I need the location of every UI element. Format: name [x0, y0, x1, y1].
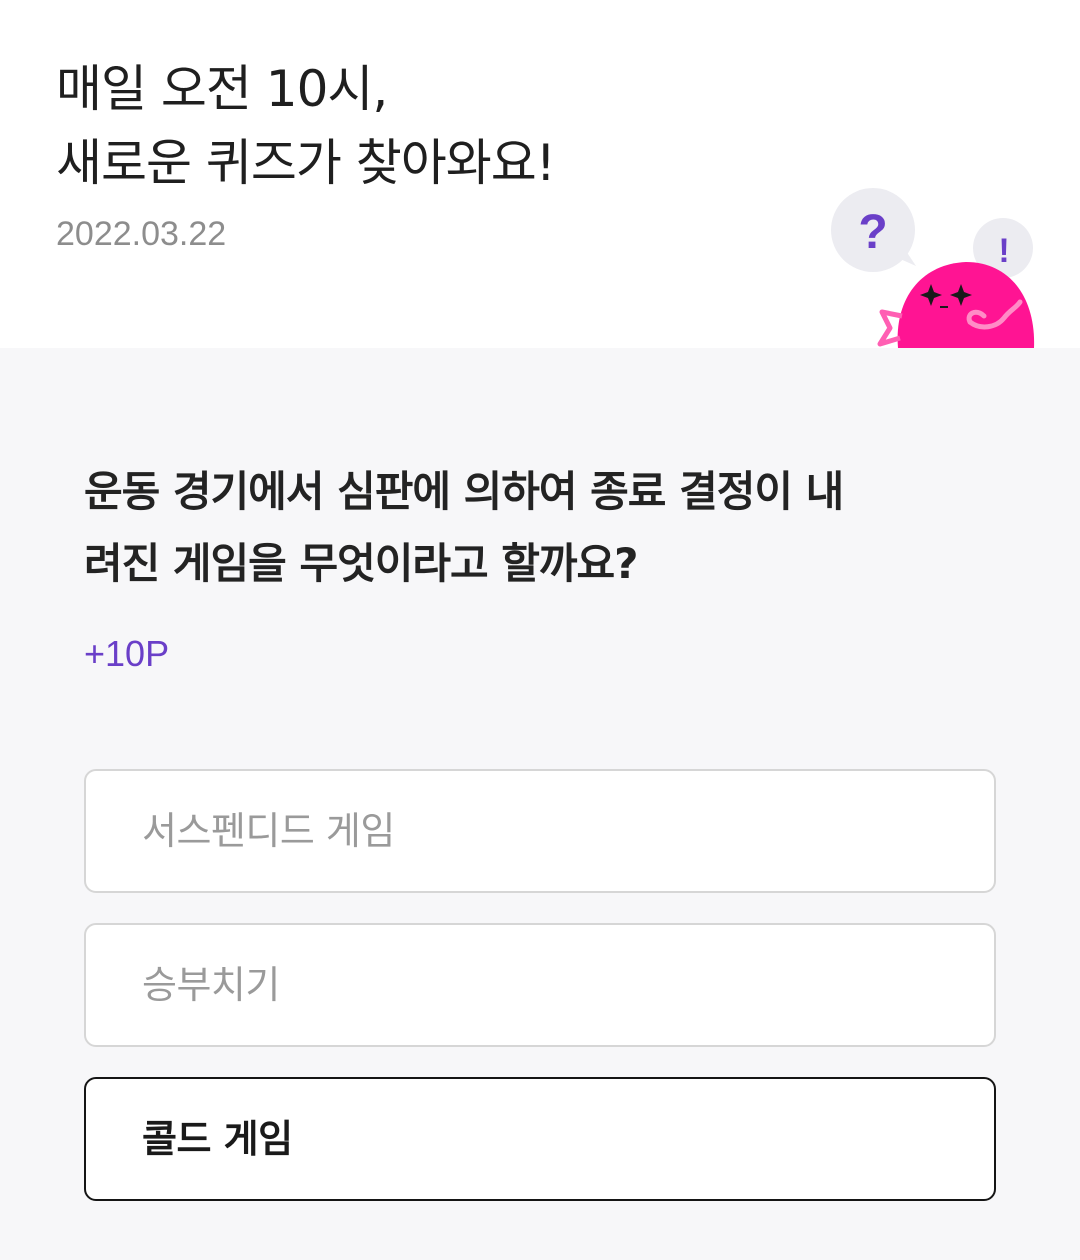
answer-option-2[interactable]: 승부치기 — [84, 923, 996, 1047]
quiz-question: 운동 경기에서 심판에 의하여 종료 결정이 내 려진 게임을 무엇이라고 할까… — [84, 456, 996, 600]
headline-line-1: 매일 오전 10시, — [56, 60, 388, 118]
question-line-1: 운동 경기에서 심판에 의하여 종료 결정이 내 — [84, 467, 844, 516]
answer-option-3[interactable]: 콜드 게임 — [84, 1077, 996, 1201]
headline: 매일 오전 10시, 새로운 퀴즈가 찾아와요! — [56, 52, 556, 200]
quiz-header: 매일 오전 10시, 새로운 퀴즈가 찾아와요! 2022.03.22 ? ! — [0, 0, 1080, 348]
question-bubble-icon: ? — [831, 188, 916, 272]
quiz-date: 2022.03.22 — [56, 215, 227, 253]
question-line-2: 려진 게임을 무엇이라고 할까요? — [84, 539, 639, 588]
answer-option-label: 서스펜디드 게임 — [142, 809, 395, 853]
quiz-mascot-icon: ? ! — [831, 188, 1035, 348]
answer-option-label: 콜드 게임 — [142, 1117, 293, 1161]
question-text: 운동 경기에서 심판에 의하여 종료 결정이 내 려진 게임을 무엇이라고 할까… — [84, 456, 996, 600]
bubble-question-mark: ? — [858, 206, 887, 259]
reward-points: +10P — [84, 633, 170, 674]
headline-line-2: 새로운 퀴즈가 찾아와요! — [56, 134, 556, 192]
answer-option-1[interactable]: 서스펜디드 게임 — [84, 769, 996, 893]
answer-option-label: 승부치기 — [142, 963, 280, 1007]
bubble-exclamation-mark: ! — [998, 232, 1009, 270]
